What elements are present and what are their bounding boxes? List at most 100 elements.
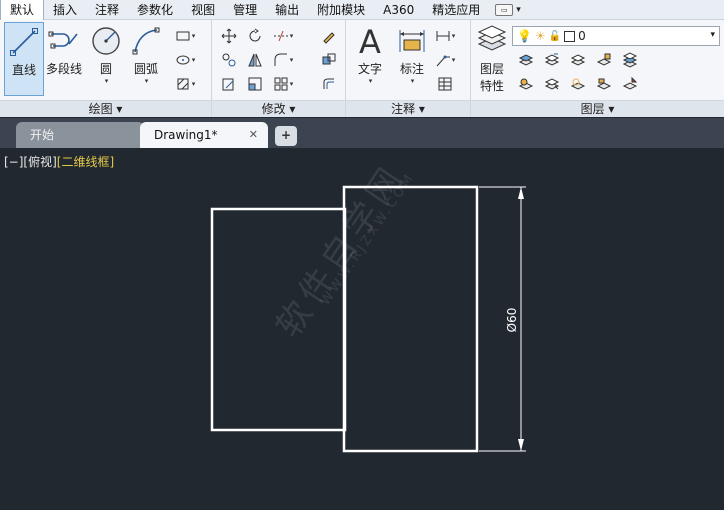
polyline-icon xyxy=(48,31,78,49)
dimension-button[interactable]: 标注 ▾ xyxy=(392,22,432,96)
tab-output[interactable]: 输出 xyxy=(266,0,308,20)
modify-panel-title[interactable]: 修改 ▾ xyxy=(212,100,345,117)
array-button[interactable]: ▾ xyxy=(270,74,296,94)
polyline-button[interactable]: 多段线 xyxy=(44,22,84,96)
leader-button[interactable]: ▾ xyxy=(432,50,458,70)
tab-drawing1[interactable]: Drawing1* ✕ xyxy=(140,122,268,148)
erase-button[interactable] xyxy=(316,26,342,46)
layer-tool-8[interactable] xyxy=(565,74,591,94)
file-tab-bar: 开始 Drawing1* ✕ + xyxy=(0,118,724,148)
copy-button[interactable] xyxy=(216,50,242,70)
dimension-dropdown-icon[interactable]: ▾ xyxy=(393,77,432,85)
layer-dropdown[interactable]: 💡 ☀ 🔓 0 ▾ xyxy=(512,26,720,46)
layer-tool-2[interactable] xyxy=(539,50,565,70)
tab-manage[interactable]: 管理 xyxy=(224,0,266,20)
modify-panel: ▾ ▾ ▾ 修改 ▾ xyxy=(212,20,346,117)
scale-icon xyxy=(248,77,262,91)
layer-properties-icon xyxy=(477,25,507,51)
layer-previous-icon xyxy=(544,53,560,66)
layer-isolate-icon xyxy=(570,54,586,66)
tab-drawing1-label: Drawing1* xyxy=(154,128,218,142)
layer-color-swatch xyxy=(564,30,576,42)
drawing-canvas[interactable]: [−][俯视][二维线框] 软件自学网 WWW.RJZXW.COM Ø60 xyxy=(0,148,724,510)
rectangle-button[interactable]: ▾ xyxy=(172,26,198,46)
copy-icon xyxy=(222,53,236,67)
line-label: 直线 xyxy=(11,63,36,77)
circle-icon xyxy=(92,27,120,55)
table-button[interactable] xyxy=(432,74,458,94)
small-cylinder-outline[interactable] xyxy=(210,207,347,432)
offset-button[interactable] xyxy=(316,74,342,94)
hatch-button[interactable]: ▾ xyxy=(172,50,198,70)
chevron-down-icon: ▾ xyxy=(710,30,715,40)
layer-tool-10[interactable] xyxy=(617,74,643,94)
boundary-button[interactable]: ▾ xyxy=(172,74,198,94)
text-button[interactable]: A 文字 ▾ xyxy=(350,22,390,96)
unlock-icon: 🔓 xyxy=(548,30,562,42)
layer-unlock-icon xyxy=(596,78,612,90)
layer-tool-1[interactable] xyxy=(513,50,539,70)
layer-properties-label-1: 图层 xyxy=(479,62,504,76)
layer-thaw-icon xyxy=(570,78,586,90)
layer-properties-button[interactable]: 图层 特性 xyxy=(473,22,511,96)
draw-panel-title[interactable]: 绘图 ▾ xyxy=(0,100,211,117)
rectangle-icon xyxy=(176,31,190,41)
tab-a360[interactable]: A360 xyxy=(374,0,423,20)
tab-featured-apps[interactable]: 精选应用 xyxy=(423,0,489,20)
layer-properties-label-2: 特性 xyxy=(479,79,504,93)
layer-merge-icon xyxy=(622,76,638,90)
layer-walk-icon xyxy=(622,52,638,68)
ribbon-minimize-toggle[interactable]: ▭ ▾ xyxy=(495,3,521,16)
fillet-button[interactable]: ▾ xyxy=(270,50,296,70)
dimension-arrow-top xyxy=(518,187,524,199)
layer-tool-4[interactable] xyxy=(591,50,617,70)
offset-icon xyxy=(323,78,334,89)
explode-button[interactable] xyxy=(316,50,342,70)
svg-text:A: A xyxy=(359,24,381,58)
layer-tool-7[interactable] xyxy=(539,74,565,94)
layer-tool-3[interactable] xyxy=(565,50,591,70)
current-layer-name: 0 xyxy=(578,29,586,43)
dimension-text[interactable]: Ø60 xyxy=(505,308,519,333)
stretch-button[interactable] xyxy=(216,74,242,94)
ribbon: 直线 多段线 圆 ▾ 圆弧 ▾ ▾ ▾ ▾ 绘图 ▾ ▾ ▾ ▾ 修改 ▾ A … xyxy=(0,20,724,117)
text-dropdown-icon[interactable]: ▾ xyxy=(351,77,390,85)
mirror-button[interactable] xyxy=(242,50,268,70)
dimension-arrow-bottom xyxy=(518,439,524,451)
tab-view[interactable]: 视图 xyxy=(182,0,224,20)
polyline-label: 多段线 xyxy=(45,62,82,76)
layer-tool-9[interactable] xyxy=(591,74,617,94)
arc-label: 圆弧 xyxy=(133,62,158,76)
tab-annotate[interactable]: 注释 xyxy=(86,0,128,20)
tab-default[interactable]: 默认 xyxy=(0,0,45,20)
layer-lock-icon xyxy=(596,53,612,66)
linear-dimension-icon xyxy=(436,31,450,41)
line-button[interactable]: 直线 xyxy=(4,22,44,96)
linear-dimension-button[interactable]: ▾ xyxy=(432,26,458,46)
tab-insert[interactable]: 插入 xyxy=(44,0,86,20)
trim-button[interactable]: ▾ xyxy=(270,26,296,46)
tab-start[interactable]: 开始 xyxy=(16,122,144,148)
explode-icon xyxy=(322,53,336,65)
lightbulb-icon: 💡 xyxy=(517,29,532,43)
large-cylinder-outline[interactable] xyxy=(342,185,479,453)
annotation-panel-title[interactable]: 注释 ▾ xyxy=(346,100,470,117)
layers-panel-title[interactable]: 图层 ▾ xyxy=(471,100,724,117)
arc-dropdown-icon[interactable]: ▾ xyxy=(127,77,166,85)
circle-button[interactable]: 圆 ▾ xyxy=(86,22,126,96)
circle-dropdown-icon[interactable]: ▾ xyxy=(87,77,126,85)
layer-tool-6[interactable] xyxy=(513,74,539,94)
layer-tool-5[interactable] xyxy=(617,50,643,70)
tab-addins[interactable]: 附加模块 xyxy=(308,0,374,20)
move-button[interactable] xyxy=(216,26,242,46)
minimize-ribbon-icon: ▭ xyxy=(495,3,514,16)
close-icon[interactable]: ✕ xyxy=(249,122,258,148)
hatch-icon xyxy=(177,78,189,90)
rotate-icon xyxy=(249,28,261,42)
tab-parametric[interactable]: 参数化 xyxy=(128,0,182,20)
new-tab-button[interactable]: + xyxy=(275,126,297,146)
rotate-button[interactable] xyxy=(242,26,268,46)
ellipse-icon xyxy=(176,55,190,65)
scale-button[interactable] xyxy=(242,74,268,94)
arc-button[interactable]: 圆弧 ▾ xyxy=(126,22,166,96)
